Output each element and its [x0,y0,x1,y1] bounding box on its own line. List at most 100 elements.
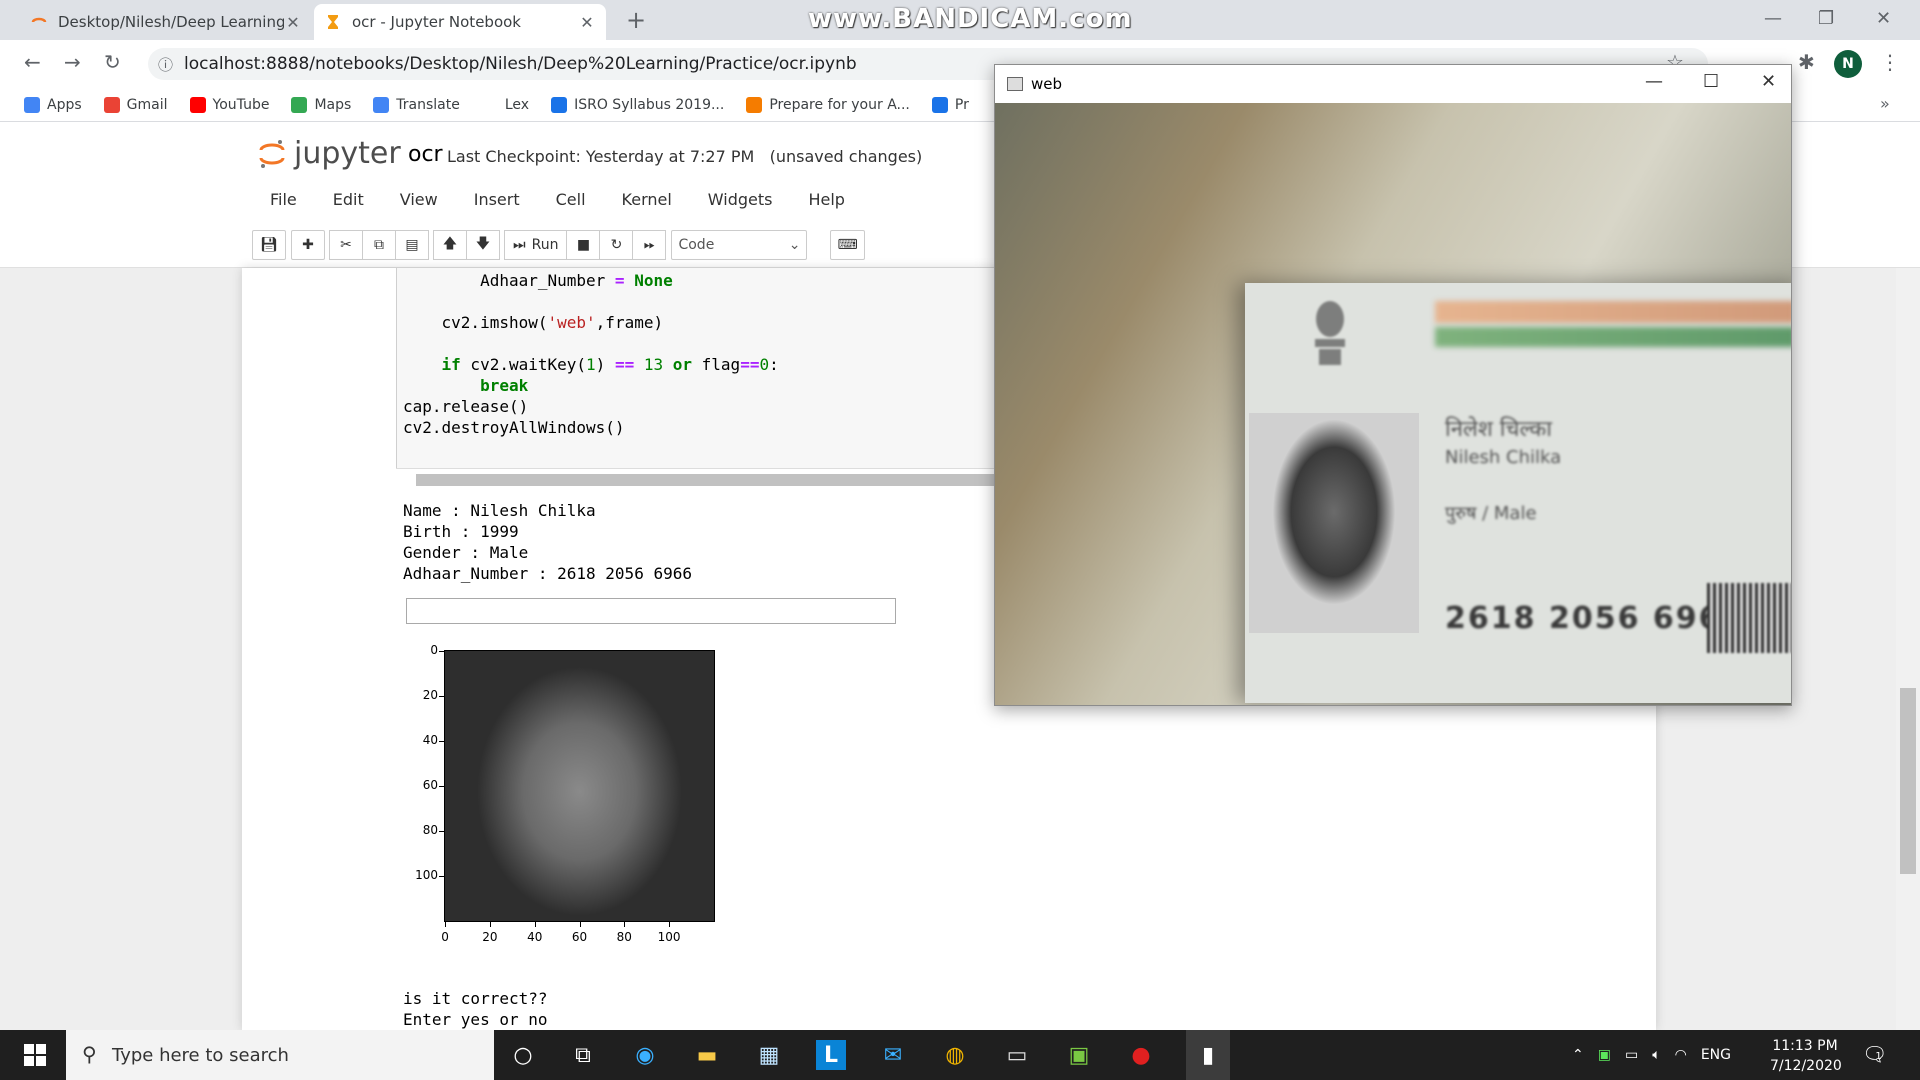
copy-button[interactable]: ⧉ [362,230,396,260]
menu-insert[interactable]: Insert [460,184,534,215]
code-line-5: cap.release() [403,397,529,416]
mail-icon[interactable]: ✉ [878,1040,908,1070]
restart-button[interactable]: ↻ [599,230,634,260]
chrome-icon[interactable]: ◍ [940,1040,970,1070]
chevron-up-icon[interactable]: ⌃ [1572,1047,1584,1063]
bookmark-item[interactable]: Gmail [103,96,168,113]
language-indicator[interactable]: ENG [1701,1047,1731,1063]
code-cell[interactable]: Adhaar_Number = None cv2.imshow('web',fr… [396,268,996,488]
bookmark-item[interactable]: YouTube [189,96,270,113]
menu-view[interactable]: View [386,184,452,215]
bookmarks-overflow-icon[interactable]: » [1880,94,1890,113]
cell-type-select[interactable]: Code ⌄ [671,230,808,260]
bookmark-item[interactable]: Lex [481,96,529,113]
scrollbar-thumb[interactable] [416,474,996,486]
terminal-icon[interactable]: ▭ [1002,1040,1032,1070]
bookmark-label: Gmail [126,96,168,113]
tab-file-browser[interactable]: Desktop/Nilesh/Deep Learning/P ✕ [20,4,312,40]
run-button[interactable]: ⏭︎ Run [504,230,568,260]
interrupt-button[interactable]: ■ [566,230,601,260]
notification-count: 1 [1875,1051,1882,1062]
edge-icon[interactable]: ◉ [630,1040,660,1070]
web-window-titlebar[interactable]: web — ☐ ✕ [995,65,1791,103]
command-palette-button[interactable]: ⌨ [830,230,865,260]
close-window-icon[interactable]: ✕ [1761,71,1776,92]
move-up-button[interactable]: 🡅 [433,230,467,260]
menu-widgets[interactable]: Widgets [694,184,787,215]
code-horizontal-scrollbar[interactable] [396,468,996,488]
python-window-icon[interactable]: ▮ [1186,1030,1230,1080]
file-explorer-icon[interactable]: ▬ [692,1040,722,1070]
reload-icon[interactable]: ↻ [104,50,121,74]
close-tab-icon[interactable]: ✕ [578,13,596,32]
minimize-icon[interactable]: — [1764,8,1782,29]
notification-center-icon[interactable]: 🗨︎1 [1862,1042,1894,1066]
app-l-icon[interactable]: L [816,1040,846,1070]
scrollbar-thumb[interactable] [1900,688,1916,874]
taskbar-search-box[interactable]: ⚲ Type here to search [66,1030,494,1080]
bookmark-item[interactable]: Pr [931,96,969,113]
card-green-band [1435,327,1791,347]
taskbar-clock[interactable]: 11:13 PM 7/12/2020 [1770,1036,1842,1076]
cortana-icon[interactable]: ○ [508,1040,538,1070]
y-tick-label: 40 [422,733,438,748]
bookmark-item[interactable]: Apps [24,96,82,113]
minimize-icon[interactable]: — [1645,71,1663,92]
menu-cell[interactable]: Cell [542,184,600,215]
bookmark-item[interactable]: ISRO Syllabus 2019... [551,96,724,113]
restore-icon[interactable]: ❐ [1818,8,1834,29]
wifi-icon[interactable]: ◠ [1675,1047,1687,1063]
notebook-name[interactable]: ocr [408,142,443,167]
tab-ocr-notebook[interactable]: ocr - Jupyter Notebook ✕ [314,4,606,40]
cut-button[interactable]: ✂ [329,230,363,260]
y-tick-label: 100 [415,867,438,882]
forward-icon[interactable]: → [64,50,81,74]
jupyter-logo[interactable]: jupyter [258,136,401,171]
arrow-up-icon: 🡅 [442,236,458,252]
nvidia-icon[interactable]: ▣ [1598,1047,1611,1063]
x-tick-mark [445,922,447,927]
page-vertical-scrollbar[interactable] [1896,268,1920,1030]
paste-button[interactable]: ▤ [395,230,429,260]
menu-file[interactable]: File [256,184,311,215]
stop-icon: ■ [576,237,591,253]
menu-kernel[interactable]: Kernel [608,184,686,215]
menu-help[interactable]: Help [794,184,858,215]
android-icon[interactable]: ▣ [1064,1040,1094,1070]
run-label: Run [531,237,559,253]
x-tick-label: 20 [482,930,498,944]
lex-icon [481,96,498,113]
extensions-icon[interactable]: ✱ [1798,50,1815,74]
bookmark-item[interactable]: Maps [291,96,351,113]
move-down-button[interactable]: 🡇 [466,230,500,260]
store-icon[interactable]: ▦ [754,1040,784,1070]
notebook-toolbar: 💾︎ ✚ ✂ ⧉ ▤ 🡅 🡇 ⏭︎ Run ■ ↻ ⏩︎ Code ⌄ ⌨ [252,230,865,260]
bookmark-label: YouTube [212,96,270,113]
bookmark-item[interactable]: Translate [373,96,460,113]
close-window-icon[interactable]: ✕ [1876,8,1891,29]
save-button[interactable]: 💾︎ [252,230,286,260]
step-forward-icon: ⏭︎ [513,237,526,253]
y-tick-label: 0 [430,643,438,658]
windows-start-icon[interactable] [24,1044,46,1066]
code-line-1: Adhaar_Number = None [403,271,673,290]
site-info-icon[interactable]: ⓘ [158,54,173,75]
close-tab-icon[interactable]: ✕ [284,13,302,32]
bookmark-item[interactable]: Prepare for your A... [746,96,910,113]
profile-avatar[interactable]: N [1834,50,1862,78]
insert-cell-button[interactable]: ✚ [291,230,325,260]
input-textbox[interactable] [406,598,896,624]
back-icon[interactable]: ← [24,50,41,74]
x-tick-label: 60 [571,930,588,944]
window-app-icon [1007,77,1023,91]
battery-icon[interactable]: ▭ [1625,1047,1638,1063]
maximize-icon[interactable]: ☐ [1703,71,1719,92]
restart-run-all-button[interactable]: ⏩︎ [632,230,667,260]
task-view-icon[interactable]: ⧉ [568,1040,598,1070]
menu-edit[interactable]: Edit [319,184,378,215]
web-camera-window[interactable]: web — ☐ ✕ निलेश चिल्का Nilesh Chilka पुर… [994,64,1792,706]
chrome-menu-icon[interactable]: ⋮ [1880,50,1900,74]
record-icon[interactable]: ● [1126,1040,1156,1070]
new-tab-button[interactable]: + [626,6,646,34]
volume-icon[interactable]: 🔈︎ [1652,1047,1660,1063]
